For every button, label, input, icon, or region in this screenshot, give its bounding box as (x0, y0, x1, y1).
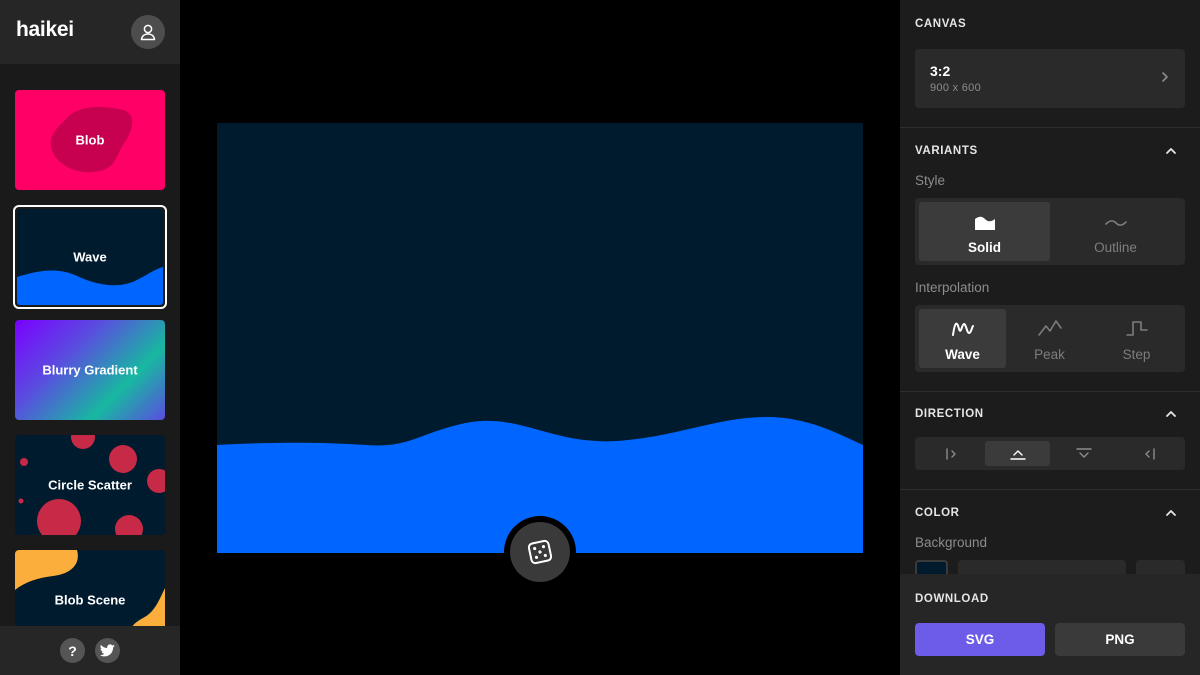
canvas-section-title: CANVAS (915, 18, 967, 30)
download-svg-button[interactable]: SVG (915, 623, 1045, 656)
generator-card-wave[interactable]: Wave (13, 205, 167, 309)
canvas-stage (180, 0, 900, 675)
style-label: Style (915, 173, 946, 188)
direction-option-up[interactable] (985, 441, 1050, 466)
interpolation-option-wave[interactable]: Wave (919, 309, 1006, 368)
account-button[interactable] (131, 15, 165, 49)
twitter-icon (100, 644, 115, 657)
peak-interpolation-icon (1037, 320, 1062, 336)
randomize-ring (504, 516, 576, 588)
blob-scene-thumbnail (15, 550, 165, 626)
divider (900, 489, 1200, 490)
interpolation-option-label: Peak (1034, 347, 1065, 362)
direction-option-left[interactable] (1116, 441, 1181, 466)
help-button[interactable]: ? (60, 638, 85, 663)
generator-label: Circle Scatter (48, 477, 132, 493)
interpolation-label: Interpolation (915, 280, 990, 295)
chevron-up-icon[interactable] (1164, 506, 1178, 520)
interpolation-option-label: Wave (945, 347, 980, 362)
outline-wave-icon (1104, 220, 1127, 226)
help-icon: ? (68, 642, 77, 659)
solid-wave-icon (974, 216, 995, 230)
arrow-right-bar-icon (945, 447, 956, 460)
twitter-button[interactable] (95, 638, 120, 663)
generator-list: Blob Wave Blurry Gradient Circle Scatter… (0, 64, 180, 626)
generator-card-circle-scatter[interactable]: Circle Scatter (15, 435, 165, 535)
wave-shape (217, 417, 863, 553)
interpolation-option-label: Step (1122, 347, 1151, 362)
chevron-up-icon[interactable] (1164, 407, 1178, 421)
canvas-ratio: 3:2 (930, 63, 951, 79)
arrow-up-bar-icon (1009, 449, 1026, 460)
direction-option-right[interactable] (919, 441, 984, 466)
background-color-label: Background (915, 535, 988, 550)
generator-sidebar: haikei Blob Wave Blurry Gradient Circle … (0, 0, 180, 675)
generator-card-blurry-gradient[interactable]: Blurry Gradient (15, 320, 165, 420)
download-bar: DOWNLOAD SVG PNG (900, 574, 1200, 675)
canvas-dimensions: 900 x 600 (930, 82, 982, 94)
download-png-button[interactable]: PNG (1055, 623, 1185, 656)
variants-section-title: VARIANTS (915, 145, 978, 157)
canvas-size-select[interactable]: 3:2 900 x 600 (915, 49, 1185, 108)
direction-option-down[interactable] (1051, 441, 1116, 466)
generator-card-blob-scene[interactable]: Blob Scene (15, 550, 165, 626)
direction-section-title: DIRECTION (915, 408, 984, 420)
randomize-button[interactable] (510, 522, 570, 582)
style-option-label: Outline (1094, 240, 1137, 255)
divider (900, 127, 1200, 128)
generator-label: Blurry Gradient (42, 362, 138, 378)
arrow-left-bar-icon (1144, 447, 1155, 460)
wave-canvas-preview (217, 123, 863, 553)
sidebar-footer: ? (0, 626, 180, 675)
interpolation-option-step[interactable]: Step (1093, 309, 1180, 368)
divider (900, 391, 1200, 392)
interpolation-option-peak[interactable]: Peak (1006, 309, 1093, 368)
generator-label: Blob (75, 132, 105, 148)
generator-label: Wave (73, 249, 107, 265)
chevron-right-icon (1162, 72, 1168, 82)
app-logo[interactable]: haikei (16, 18, 74, 42)
arrow-down-bar-icon (1075, 447, 1092, 458)
color-section-title: COLOR (915, 507, 960, 519)
generator-label: Blob Scene (54, 592, 126, 608)
user-icon (140, 24, 156, 41)
dice-icon (527, 539, 553, 565)
style-option-solid[interactable]: Solid (919, 202, 1050, 261)
interpolation-segmented-control: Wave Peak Step (915, 305, 1185, 372)
step-interpolation-icon (1125, 321, 1148, 336)
wave-interpolation-icon (951, 322, 974, 336)
generator-card-blob[interactable]: Blob (15, 90, 165, 190)
sidebar-header: haikei (0, 0, 180, 64)
direction-segmented-control (915, 437, 1185, 470)
style-option-outline[interactable]: Outline (1050, 202, 1181, 261)
chevron-up-icon[interactable] (1164, 144, 1178, 158)
style-segmented-control: Solid Outline (915, 198, 1185, 265)
download-section-title: DOWNLOAD (915, 593, 989, 605)
style-option-label: Solid (968, 240, 1001, 255)
